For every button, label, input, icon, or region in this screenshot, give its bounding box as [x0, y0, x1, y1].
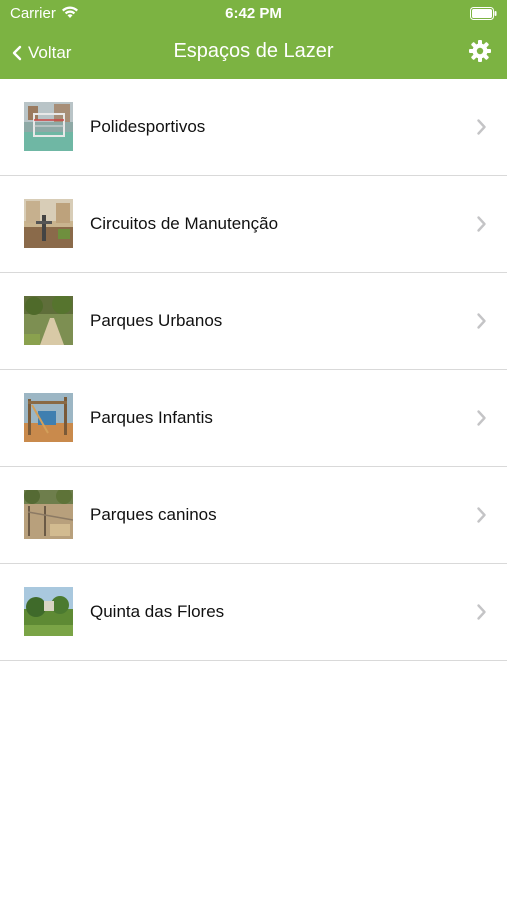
list-item-polidesportivos[interactable]: Polidesportivos	[0, 79, 507, 176]
list-item-parques-infantis[interactable]: Parques Infantis	[0, 370, 507, 467]
list-item-circuitos-de-manutencao[interactable]: Circuitos de Manutenção	[0, 176, 507, 273]
playground-photo	[24, 393, 73, 442]
status-bar: Carrier 6:42 PM	[0, 0, 507, 28]
list-item-label: Parques Infantis	[90, 408, 213, 427]
gear-icon[interactable]	[468, 39, 492, 63]
list-item-label: Parques Urbanos	[90, 311, 223, 330]
dog-park-photo	[24, 490, 73, 539]
chevron-right-icon	[477, 216, 486, 232]
leisure-spaces-list: Polidesportivos Circuitos de Manutenção	[0, 79, 507, 661]
list-item-label: Circuitos de Manutenção	[90, 214, 279, 233]
chevron-right-icon	[477, 119, 486, 135]
chevron-right-icon	[477, 604, 486, 620]
list-item-parques-urbanos[interactable]: Parques Urbanos	[0, 273, 507, 370]
status-time: 6:42 PM	[225, 5, 282, 22]
garden-photo	[24, 587, 73, 636]
list-item-label: Quinta das Flores	[90, 602, 225, 621]
fitness-circuit-photo	[24, 199, 73, 248]
chevron-right-icon	[477, 313, 486, 329]
battery-icon	[470, 7, 497, 20]
chevron-right-icon	[477, 410, 486, 426]
sports-court-photo	[24, 102, 73, 151]
list-item-parques-caninos[interactable]: Parques caninos	[0, 467, 507, 564]
list-item-label: Polidesportivos	[90, 117, 206, 136]
page-title: Espaços de Lazer	[173, 40, 334, 62]
chevron-right-icon	[477, 507, 486, 523]
list-item-quinta-das-flores[interactable]: Quinta das Flores	[0, 564, 507, 661]
list-item-label: Parques caninos	[90, 505, 217, 524]
navigation-bar: Voltar Espaços de Lazer	[0, 28, 507, 79]
header: Carrier 6:42 PM Voltar Espaços de Lazer	[0, 0, 507, 79]
urban-park-photo	[24, 296, 73, 345]
